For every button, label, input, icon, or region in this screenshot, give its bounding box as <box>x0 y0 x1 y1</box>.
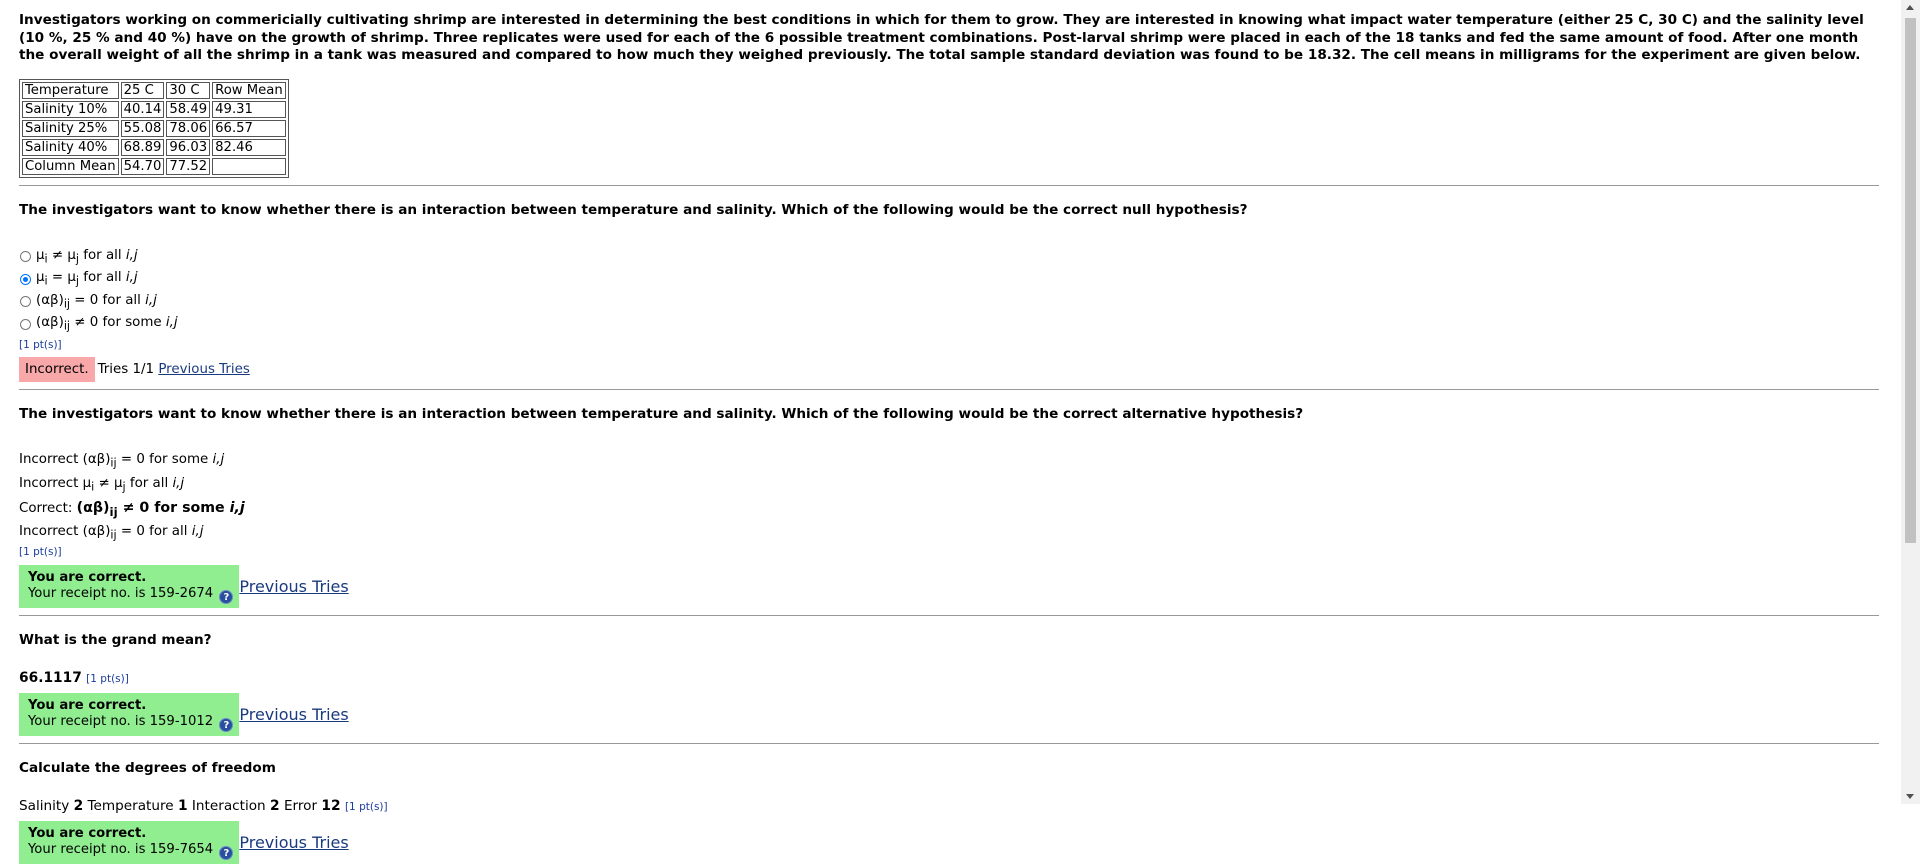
q2-feedback: You are correct. Your receipt no. is 159… <box>19 565 1879 609</box>
q1-option[interactable]: μi ≠ μj for all i,j <box>19 246 1879 269</box>
problem-intro: Investigators working on commericially c… <box>19 12 1864 63</box>
question-1-text: The investigators want to know whether t… <box>19 201 1248 218</box>
df-value: 1 <box>177 798 188 815</box>
divider <box>19 388 1879 390</box>
q1-options: μi ≠ μj for all i,j μi = μj for all i,j … <box>19 246 1879 336</box>
answer-line-correct: Correct: (αβ)ij ≠ 0 for some i,j <box>19 499 245 519</box>
help-icon[interactable]: ? <box>219 718 234 733</box>
previous-tries-link[interactable]: Previous Tries <box>239 705 348 724</box>
table-cell: 25 C <box>120 81 165 99</box>
option-label: (αβ)ij ≠ 0 for some i,j <box>36 315 178 334</box>
q1-option[interactable]: μi = μj for all i,j <box>19 268 1879 291</box>
tries-count: Tries 1/1 <box>97 361 155 377</box>
incorrect-badge: Incorrect. <box>19 356 95 382</box>
df-label: Error <box>283 798 318 815</box>
table-cell: Salinity 10% <box>22 100 119 118</box>
option-label: μi ≠ μj for all i,j <box>36 247 138 266</box>
previous-tries-link[interactable]: Previous Tries <box>239 833 348 852</box>
radio-button[interactable] <box>20 251 31 263</box>
table-cell: Column Mean <box>22 157 119 175</box>
table-cell: 49.31 <box>212 100 286 118</box>
table-cell: 66.57 <box>212 119 286 137</box>
df-label: Salinity <box>19 798 70 815</box>
problem-content: Investigators working on commericially c… <box>19 12 1879 864</box>
df-value: 2 <box>73 798 84 815</box>
table-cell: 82.46 <box>212 138 286 156</box>
table-cell: Row Mean <box>212 81 286 99</box>
table-cell: 54.70 <box>120 157 165 175</box>
points-label: [1 pt(s)] <box>344 801 388 814</box>
table-header-row: Temperature 25 C 30 C Row Mean <box>22 81 286 99</box>
table-cell <box>212 157 286 175</box>
df-label: Interaction <box>191 798 266 815</box>
receipt-text: Your receipt no. is 159-2674 <box>28 586 214 602</box>
table-cell: Salinity 40% <box>22 138 119 156</box>
vertical-scrollbar[interactable] <box>1901 0 1920 804</box>
table-row: Salinity 25% 55.08 78.06 66.57 <box>22 119 286 137</box>
correct-feedback-box: You are correct. Your receipt no. is 159… <box>19 693 240 737</box>
radio-button[interactable] <box>20 296 31 308</box>
question-4-text: Calculate the degrees of freedom <box>19 760 276 777</box>
radio-button[interactable] <box>20 273 31 285</box>
previous-tries-link[interactable]: Previous Tries <box>239 577 348 596</box>
submitted-answer: 66.1117 <box>19 670 82 687</box>
table-cell: 68.89 <box>120 138 165 156</box>
table-cell: 55.08 <box>120 119 165 137</box>
table-row: Column Mean 54.70 77.52 <box>22 157 286 175</box>
answer-line: Incorrect μi ≠ μj for all i,j <box>19 475 185 494</box>
table-row: Salinity 10% 40.14 58.49 49.31 <box>22 100 286 118</box>
scroll-up-arrow-icon[interactable] <box>1906 5 1914 10</box>
table-cell: Temperature <box>22 81 119 99</box>
table-row: Salinity 40% 68.89 96.03 82.46 <box>22 138 286 156</box>
help-icon[interactable]: ? <box>219 590 234 605</box>
receipt-text: Your receipt no. is 159-7654 <box>28 842 214 858</box>
q3-answer: 66.1117 [1 pt(s)] <box>19 670 1879 686</box>
q1-option[interactable]: (αβ)ij ≠ 0 for some i,j <box>19 313 1879 336</box>
df-value: 2 <box>270 798 280 815</box>
option-label: μi = μj for all i,j <box>36 270 138 289</box>
table-cell: 78.06 <box>166 119 211 137</box>
correct-title: You are correct. <box>28 570 147 586</box>
divider <box>19 615 1879 617</box>
option-label: (αβ)ij = 0 for all i,j <box>36 292 157 311</box>
table-cell: 58.49 <box>166 100 211 118</box>
correct-feedback-box: You are correct. Your receipt no. is 159… <box>19 821 240 864</box>
table-cell: 40.14 <box>120 100 165 118</box>
radio-button[interactable] <box>20 318 31 330</box>
answer-line: Incorrect (αβ)ij = 0 for some i,j <box>19 451 225 470</box>
correct-feedback-box: You are correct. Your receipt no. is 159… <box>19 565 240 609</box>
scroll-thumb[interactable] <box>1905 18 1916 543</box>
help-icon[interactable]: ? <box>219 846 234 861</box>
cell-means-table: Temperature 25 C 30 C Row Mean Salinity … <box>19 78 289 178</box>
table-cell: Salinity 25% <box>22 119 119 137</box>
df-value: 12 <box>321 798 341 815</box>
question-2-text: The investigators want to know whether t… <box>19 405 1304 422</box>
receipt-text: Your receipt no. is 159-1012 <box>28 714 214 730</box>
q1-option[interactable]: (αβ)ij = 0 for all i,j <box>19 291 1879 314</box>
q2-answer-list: Incorrect (αβ)ij = 0 for some i,j Incorr… <box>19 450 1879 547</box>
correct-title: You are correct. <box>28 826 147 842</box>
table-cell: 77.52 <box>166 157 211 175</box>
points-label: [1 pt(s)] <box>19 546 62 559</box>
table-cell: 30 C <box>166 81 211 99</box>
question-3-text: What is the grand mean? <box>19 632 212 649</box>
answer-line: Incorrect (αβ)ij = 0 for all i,j <box>19 524 204 542</box>
points-label: [1 pt(s)] <box>86 673 129 686</box>
q4-answer: Salinity 2 Temperature 1 Interaction 2 E… <box>19 798 1879 814</box>
q4-feedback: You are correct. Your receipt no. is 159… <box>19 821 1879 864</box>
correct-title: You are correct. <box>28 698 147 714</box>
df-label: Temperature <box>87 798 174 815</box>
points-label: [1 pt(s)] <box>19 338 62 351</box>
divider <box>19 743 1879 745</box>
scroll-down-arrow-icon[interactable] <box>1906 794 1914 799</box>
q3-feedback: You are correct. Your receipt no. is 159… <box>19 693 1879 737</box>
q1-status: Incorrect. Tries 1/1 Previous Tries <box>19 356 1879 382</box>
previous-tries-link[interactable]: Previous Tries <box>158 362 250 377</box>
divider <box>19 184 1879 186</box>
table-cell: 96.03 <box>166 138 211 156</box>
